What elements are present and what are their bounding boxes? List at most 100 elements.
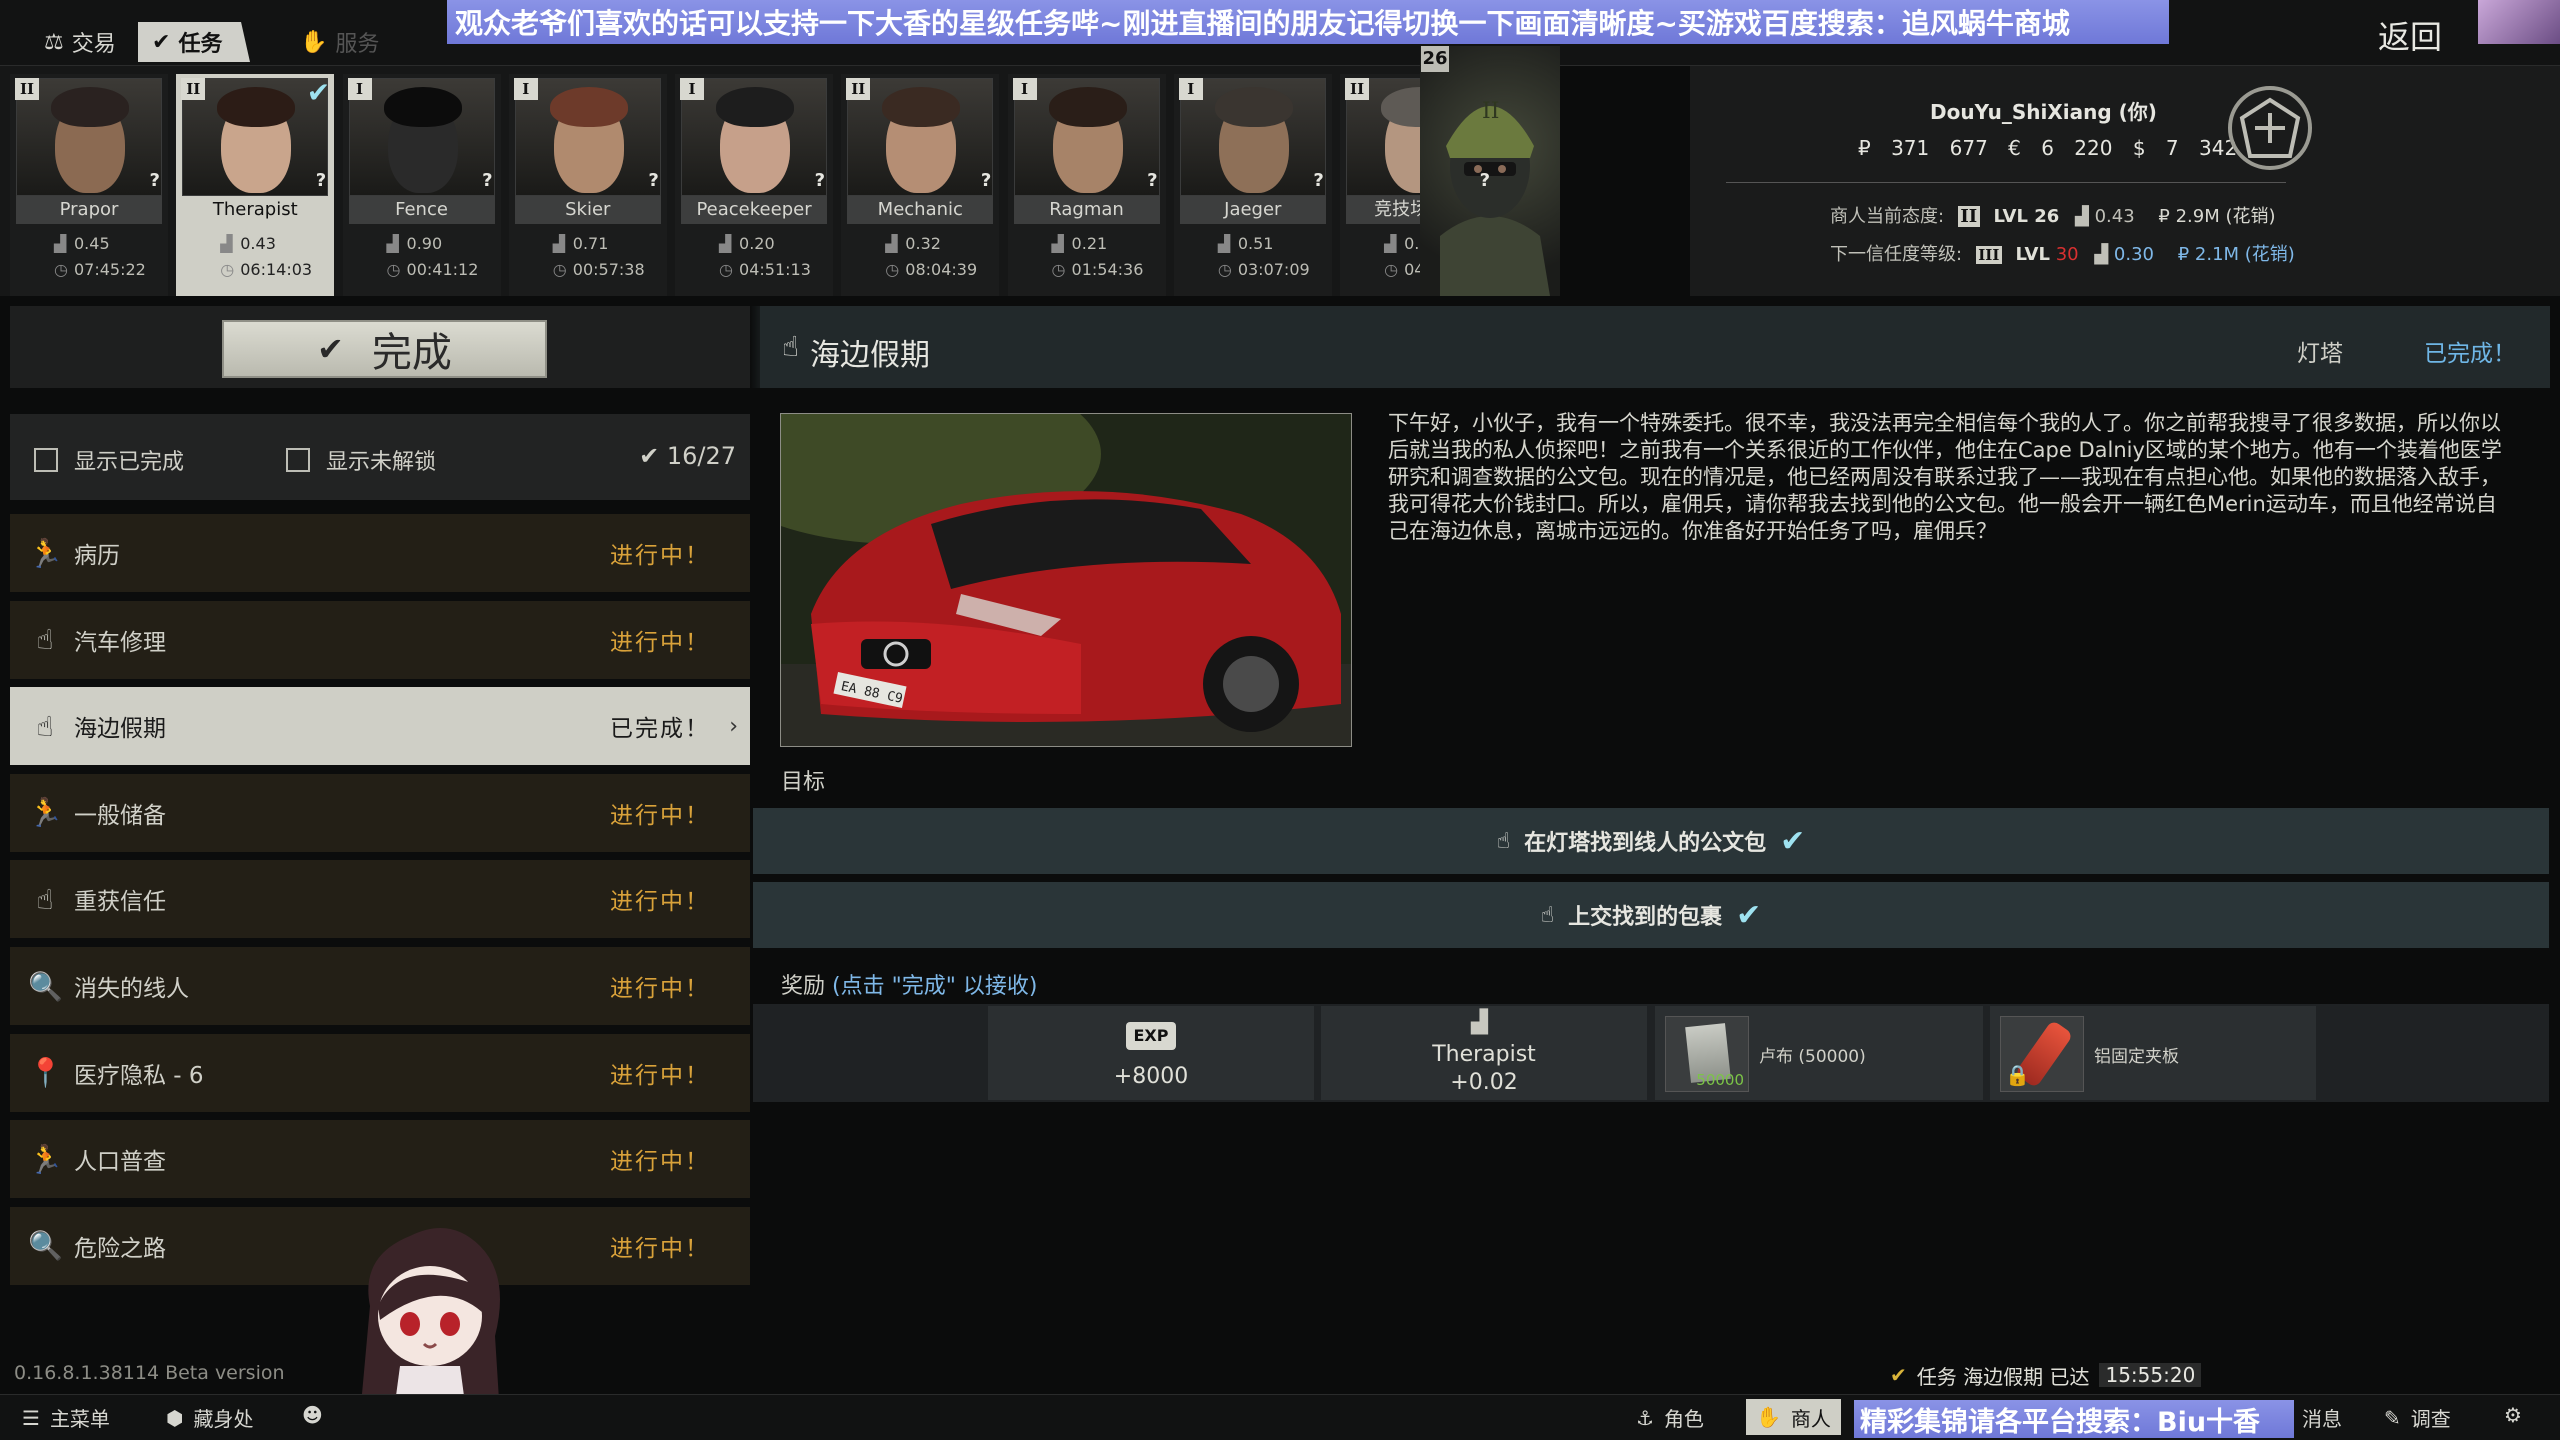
- survey-button[interactable]: ✎ 调查: [2384, 1403, 2451, 1432]
- running-man-icon: 🏃: [28, 796, 63, 830]
- hideout-button[interactable]: ⬢ 藏身处: [166, 1403, 253, 1432]
- quest-title: 海边假期: [810, 338, 930, 373]
- trader-timer-value: 01:54:36: [1071, 260, 1144, 279]
- clock-icon: ◷: [386, 260, 401, 279]
- trader-card-prapor[interactable]: II? Prapor ▟ 0.45 ◷ 07:45:22: [10, 74, 168, 296]
- trader-name: Mechanic: [847, 196, 994, 224]
- main-menu-button[interactable]: ☰ 主菜单: [22, 1403, 110, 1432]
- trader-strip: II? Prapor ▟ 0.45 ◷ 07:45:22 II? ✔ Therapist ▟ 0.4…: [0, 66, 1510, 296]
- hand-pointer-icon: ☝: [36, 623, 54, 657]
- quest-name: 重获信任: [74, 889, 166, 916]
- trader-card-mechanic[interactable]: II? Mechanic ▟ 0.32 ◷ 08:04:39: [841, 74, 1000, 296]
- trader-card-ragman[interactable]: I? Ragman ▟ 0.21 ◷ 01:54:36: [1007, 74, 1166, 296]
- trader-card-skier[interactable]: I? Skier ▟ 0.71 ◷ 00:57:38: [508, 74, 667, 296]
- trader-loyalty-badge: II: [15, 78, 39, 100]
- quest-list-item[interactable]: ☝ 海边假期 已完成！ ›: [10, 687, 750, 766]
- trader-emblem-icon: [2228, 86, 2312, 170]
- quest-location: 灯塔: [2297, 341, 2343, 367]
- quest-list-item[interactable]: 🏃 一般储备 进行中！: [10, 773, 750, 852]
- next-standing-row: 下一信任度等级: III LVL 30 ▟ 0.30 ₽ 2.1M (花销): [1830, 244, 2295, 265]
- settings-button[interactable]: ⚙: [2504, 1403, 2522, 1427]
- trader-unknown-mark: ?: [814, 170, 826, 191]
- trader-restock-timer: ◷ 00:57:38: [553, 260, 645, 279]
- reward-item[interactable]: 🔒 铝固定夹板: [1990, 1006, 2316, 1100]
- trader-timer-value: 08:04:39: [905, 260, 978, 279]
- quest-list-item[interactable]: 🏃 人口普查 进行中！: [10, 1120, 750, 1199]
- back-button[interactable]: 返回: [2378, 12, 2442, 58]
- magnifier-icon: 🔍: [28, 1229, 63, 1263]
- running-man-icon: 🏃: [28, 1142, 63, 1176]
- trader-standing-value: 0.90: [406, 234, 443, 253]
- trader-loyalty-badge: I: [680, 78, 705, 100]
- exp-badge: EXP: [1126, 1022, 1176, 1050]
- trader-timer-value: 04:51:13: [739, 260, 811, 279]
- clock-icon: ◷: [1384, 260, 1399, 279]
- quest-description: 下午好，小伙子，我有一个特殊委托。很不幸，我没法再完全相信每个我的人了。你之前帮…: [1388, 411, 2502, 543]
- quest-header: ☝ 海边假期 灯塔 已完成！: [760, 306, 2550, 388]
- tab-tasks[interactable]: ✔ 任务: [138, 22, 250, 62]
- trader-card-fence[interactable]: I? Fence ▟ 0.90 ◷ 00:41:12: [342, 74, 501, 296]
- trader-name: Jaeger: [1179, 196, 1326, 224]
- hideout-icon: ⬢: [166, 1405, 184, 1430]
- trader-restock-timer: ◷ 00:41:12: [387, 260, 479, 279]
- trader-card-jaeger[interactable]: I? Jaeger ▟ 0.51 ◷ 03:07:09: [1173, 74, 1332, 296]
- trader-loyalty-badge: I: [1012, 78, 1037, 100]
- quest-list-item[interactable]: 🔍 消失的线人 进行中！: [10, 947, 750, 1025]
- trader-card-peacekeeper[interactable]: I? Peacekeeper ▟ 0.20 ◷ 04:51:13: [675, 74, 834, 296]
- trader-hair: [716, 87, 795, 127]
- quest-status: 进行中！: [610, 629, 710, 656]
- complete-button[interactable]: ✔ 完成: [222, 320, 547, 378]
- standing-icon: ▟: [2094, 244, 2109, 265]
- trader-restock-timer: ◷ 01:54:36: [1052, 260, 1144, 279]
- trader-unknown-mark: ?: [980, 170, 992, 191]
- reward-reputation: ▟ Therapist +0.02: [1321, 1006, 1647, 1100]
- quest-status: 已完成！: [610, 716, 710, 743]
- traders-button[interactable]: ✋ 商人: [1746, 1399, 1841, 1435]
- trader-standing: ▟ 0.43: [220, 234, 276, 253]
- quest-status: 进行中！: [610, 976, 710, 1002]
- character-button[interactable]: ⚓ 角色: [1636, 1403, 1704, 1432]
- show-completed-checkbox[interactable]: 显示已完成: [34, 444, 184, 476]
- svg-text:II: II: [1482, 99, 1499, 124]
- trader-name: Skier: [514, 196, 661, 224]
- checkbox-box: [34, 448, 58, 472]
- trader-card-therapist[interactable]: II? ✔ Therapist ▟ 0.43 ◷ 06:14:03: [176, 74, 335, 296]
- trader-restock-timer: ◷ 06:14:03: [220, 260, 312, 279]
- trader-unknown-mark: ?: [648, 170, 659, 191]
- profile-divider: [1726, 182, 2286, 183]
- chevron-right-icon: ›: [729, 713, 738, 739]
- tab-services[interactable]: ✋ 服务: [286, 22, 393, 62]
- trader-timer-value: 06:14:03: [240, 260, 313, 279]
- quest-state: 已完成！: [2424, 341, 2516, 367]
- quest-name: 病历: [74, 543, 120, 569]
- clock-icon: ◷: [1051, 260, 1066, 279]
- streamer-avatar: [2478, 0, 2560, 44]
- standing-icon: ▟: [54, 234, 67, 253]
- quest-list-item[interactable]: ☝ 重获信任 进行中！: [10, 860, 750, 939]
- trader-timer-value: 03:07:09: [1237, 260, 1310, 279]
- profile-button[interactable]: ☻: [302, 1403, 323, 1427]
- reward-money[interactable]: 50000 卢布 (50000): [1655, 1006, 1983, 1100]
- player-name: DouYu_ShiXiang (你): [1930, 100, 2157, 124]
- map-pin-icon: 📍: [28, 1056, 63, 1090]
- complete-header: ✔ 完成: [10, 306, 750, 388]
- quest-name: 消失的线人: [74, 976, 189, 1002]
- notification[interactable]: ✔ 任务 海边假期 已达 15:55:20: [1890, 1360, 2202, 1390]
- tab-trade[interactable]: ⚖ 交易: [30, 22, 130, 62]
- check-circle-icon: ✔: [639, 442, 660, 470]
- objective-row: ☝ 在灯塔找到线人的公文包 ✔: [753, 808, 2549, 874]
- trader-unknown-mark: ?: [482, 170, 493, 191]
- roubles-item-icon: 50000: [1665, 1016, 1749, 1092]
- quest-status: 进行中！: [610, 889, 710, 916]
- messages-button[interactable]: 消息: [2302, 1403, 2342, 1432]
- trader-loyalty-badge: II: [846, 78, 871, 100]
- splint-item-icon: 🔒: [2000, 1016, 2084, 1092]
- quest-list-item[interactable]: ☝ 汽车修理 进行中！: [10, 600, 750, 679]
- quest-list-item[interactable]: 🏃 病历 进行中！: [10, 514, 750, 592]
- trader-standing: ▟ 0.32: [885, 234, 941, 253]
- current-standing-row: 商人当前态度: II LVL 26 ▟ 0.43 ₽ 2.9M (花销): [1830, 206, 2276, 227]
- trader-hair: [1048, 87, 1127, 127]
- quest-list-item[interactable]: 📍 医疗隐私 - 6 进行中！: [10, 1033, 750, 1112]
- show-locked-checkbox[interactable]: 显示未解锁: [286, 444, 436, 476]
- top-bar: ⚖ 交易 ✔ 任务 ✋ 服务 观众老爷们喜欢的话可以支持一下大香的星级任务哔~刚…: [0, 0, 2560, 66]
